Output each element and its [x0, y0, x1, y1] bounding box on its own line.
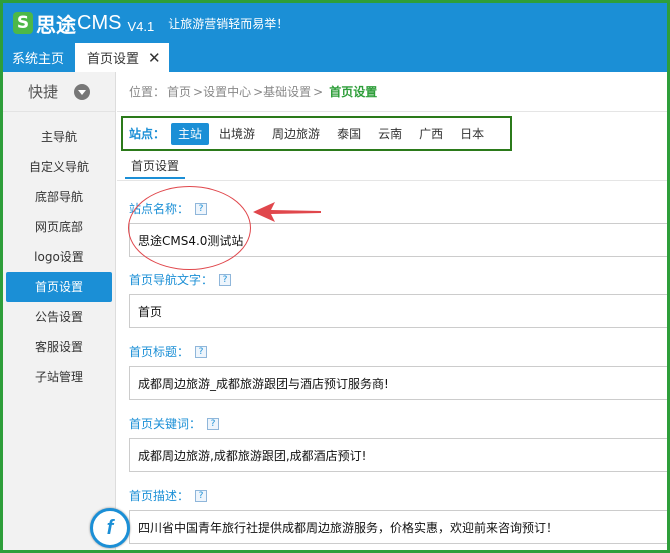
breadcrumb-separator: >	[313, 84, 324, 99]
home-keywords-input[interactable]	[129, 438, 667, 472]
home-description-label: 首页描述： ?	[129, 487, 208, 504]
site-thailand[interactable]: 泰国	[330, 123, 368, 145]
tab-label: 首页设置	[87, 52, 140, 67]
home-title-label-text: 首页标题：	[129, 345, 190, 359]
site-nearby[interactable]: 周边旅游	[265, 123, 327, 145]
sidebar-item-main-nav[interactable]: 主导航	[6, 122, 112, 152]
site-yunnan[interactable]: 云南	[371, 123, 409, 145]
logo-cms: CMS	[77, 11, 122, 34]
sidebar-item-logo-settings[interactable]: logo设置	[6, 242, 112, 272]
tab-system-home[interactable]: 系统主页	[3, 43, 73, 72]
app-window: S 思途 CMS V4.1 让旅游营销轻而易举！ 系统主页 首页设置 ✕ 快捷 …	[3, 3, 667, 550]
logo-name: 思途	[36, 12, 76, 37]
home-title-input[interactable]	[129, 366, 667, 400]
breadcrumb-settings-center[interactable]: >设置中心	[193, 83, 251, 100]
floating-logo-glyph: f	[106, 516, 114, 539]
help-icon[interactable]: ?	[195, 345, 208, 358]
quick-label: 快捷	[27, 83, 58, 101]
sidebar-item-notice-settings[interactable]: 公告设置	[6, 302, 112, 332]
sidebar-list: 主导航 自定义导航 底部导航 网页底部 logo设置 首页设置 公告设置 客服设…	[3, 122, 115, 392]
close-icon[interactable]: ✕	[148, 49, 161, 67]
home-nav-text-label: 首页导航文字： ?	[129, 271, 232, 288]
site-label: 站点：	[129, 127, 166, 141]
home-title-label: 首页标题： ?	[129, 343, 208, 360]
site-guangxi[interactable]: 广西	[412, 123, 450, 145]
divider	[117, 180, 667, 181]
site-name-label: 站点名称： ?	[129, 200, 208, 217]
help-icon[interactable]: ?	[207, 417, 220, 430]
site-outbound[interactable]: 出境游	[212, 123, 262, 145]
sidebar-item-substation-mgmt[interactable]: 子站管理	[6, 362, 112, 392]
breadcrumb-prefix: 位置：	[129, 85, 166, 99]
sidebar-item-support-settings[interactable]: 客服设置	[6, 332, 112, 362]
help-icon[interactable]: ?	[195, 202, 208, 215]
logo-s-icon: S	[13, 12, 33, 34]
main-content: 位置： 首页 >设置中心 >基础设置 > 首页设置 站点： 主站 出境游 周边旅…	[117, 72, 667, 550]
site-name-input[interactable]	[129, 223, 667, 257]
home-nav-text-label-text: 首页导航文字：	[129, 273, 214, 287]
site-japan[interactable]: 日本	[453, 123, 491, 145]
sidebar: 快捷 主导航 自定义导航 底部导航 网页底部 logo设置 首页设置 公告设置 …	[3, 72, 116, 550]
tab-homepage-settings[interactable]: 首页设置 ✕	[75, 43, 169, 72]
breadcrumb-home[interactable]: 首页	[167, 83, 191, 100]
help-icon[interactable]: ?	[219, 273, 232, 286]
home-description-input[interactable]	[129, 510, 667, 544]
breadcrumb-current: 首页设置	[329, 85, 378, 99]
sidebar-item-homepage-settings[interactable]: 首页设置	[6, 272, 112, 302]
home-keywords-label: 首页关键词： ?	[129, 415, 220, 432]
breadcrumb-basic-settings[interactable]: >基础设置	[253, 83, 311, 100]
home-nav-text-input[interactable]	[129, 294, 667, 328]
home-keywords-label-text: 首页关键词：	[129, 417, 202, 431]
sidebar-item-footer-nav[interactable]: 底部导航	[6, 182, 112, 212]
help-icon[interactable]: ?	[195, 489, 208, 502]
site-name-label-text: 站点名称：	[129, 202, 190, 216]
home-description-label-text: 首页描述：	[129, 489, 190, 503]
chevron-down-icon[interactable]	[74, 83, 90, 100]
tab-bar: 系统主页 首页设置 ✕	[3, 43, 667, 72]
app-header: S 思途 CMS V4.1 让旅游营销轻而易举！	[3, 3, 667, 43]
site-selector: 站点： 主站 出境游 周边旅游 泰国 云南 广西 日本	[121, 116, 512, 151]
sidebar-item-page-footer[interactable]: 网页底部	[6, 212, 112, 242]
slogan: 让旅游营销轻而易举！	[168, 16, 289, 31]
quick-menu-header: 快捷	[3, 72, 115, 112]
brand-logo: S 思途 CMS V4.1	[13, 9, 154, 38]
tab-homepage-settings-sub[interactable]: 首页设置	[125, 155, 186, 179]
red-arrow-icon	[253, 202, 321, 222]
site-main[interactable]: 主站	[171, 122, 210, 145]
version-label: V4.1	[127, 18, 155, 34]
sidebar-item-custom-nav[interactable]: 自定义导航	[6, 152, 112, 182]
floating-logo-icon[interactable]: f	[90, 508, 130, 548]
breadcrumb: 位置： 首页 >设置中心 >基础设置 > 首页设置	[117, 72, 667, 112]
